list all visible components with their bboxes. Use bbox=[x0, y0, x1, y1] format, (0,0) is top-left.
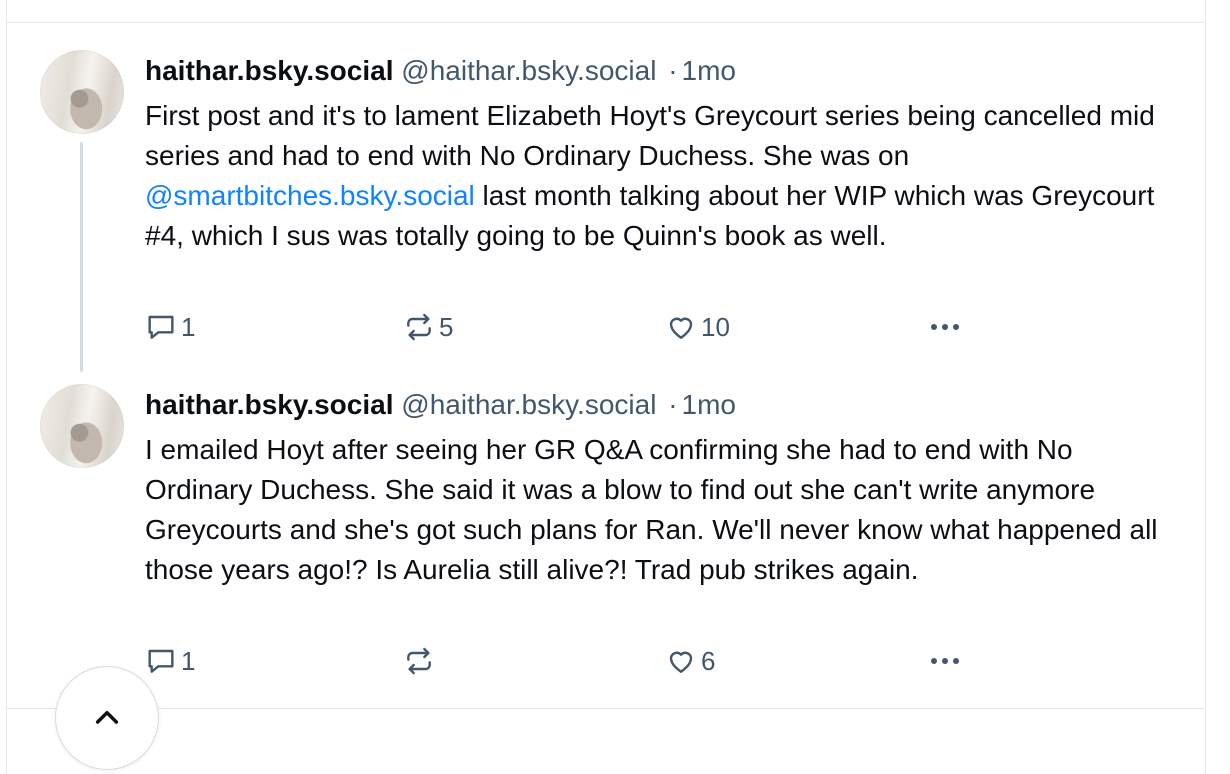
like-count: 6 bbox=[701, 645, 716, 676]
chevron-up-icon bbox=[95, 710, 119, 724]
post-actions: 1 5 10 bbox=[145, 310, 1045, 344]
ellipsis-icon bbox=[931, 658, 959, 664]
display-name[interactable]: haithar.bsky.social bbox=[145, 55, 394, 86]
timestamp[interactable]: 1mo bbox=[682, 389, 736, 420]
reply-button[interactable]: 1 bbox=[145, 310, 195, 344]
mention-link[interactable]: @smartbitches.bsky.social bbox=[145, 180, 475, 211]
speech-bubble-icon bbox=[148, 315, 174, 339]
repost-arrows-icon bbox=[407, 313, 431, 341]
handle[interactable]: @haithar.bsky.social bbox=[401, 389, 656, 420]
ellipsis-icon bbox=[931, 324, 959, 330]
separator: · bbox=[668, 389, 678, 420]
repost-arrows-icon bbox=[407, 647, 431, 675]
speech-bubble-icon bbox=[148, 649, 174, 673]
separator: · bbox=[668, 55, 678, 86]
avatar[interactable] bbox=[40, 50, 124, 134]
avatar[interactable] bbox=[40, 384, 124, 468]
more-options-button[interactable] bbox=[925, 310, 965, 344]
reply-count: 1 bbox=[181, 311, 196, 342]
repost-button[interactable]: 5 bbox=[403, 310, 453, 344]
like-button[interactable]: 10 bbox=[665, 310, 730, 344]
post-text: I emailed Hoyt after seeing her GR Q&A c… bbox=[145, 434, 1158, 585]
handle[interactable]: @haithar.bsky.social bbox=[401, 55, 656, 86]
post-text-part: First post and it's to lament Elizabeth … bbox=[145, 100, 1155, 171]
thread-line bbox=[80, 142, 83, 372]
repost-count: 5 bbox=[439, 311, 454, 342]
post-header: haithar.bsky.social @haithar.bsky.social… bbox=[145, 388, 736, 422]
heart-icon bbox=[669, 317, 693, 339]
timestamp[interactable]: 1mo bbox=[682, 55, 736, 86]
repost-button[interactable] bbox=[403, 644, 439, 678]
like-button[interactable]: 6 bbox=[665, 644, 715, 678]
post-header: haithar.bsky.social @haithar.bsky.social… bbox=[145, 54, 736, 88]
post-text: First post and it's to lament Elizabeth … bbox=[145, 96, 1185, 256]
scroll-to-top-button[interactable] bbox=[55, 666, 159, 770]
like-count: 10 bbox=[701, 311, 730, 342]
reply-button[interactable]: 1 bbox=[145, 644, 195, 678]
heart-icon bbox=[669, 651, 693, 673]
divider-top bbox=[6, 22, 1204, 23]
post-actions: 1 6 bbox=[145, 644, 1045, 678]
reply-count: 1 bbox=[181, 645, 196, 676]
divider-bottom bbox=[6, 708, 1204, 709]
more-options-button[interactable] bbox=[925, 644, 965, 678]
display-name[interactable]: haithar.bsky.social bbox=[145, 389, 394, 420]
